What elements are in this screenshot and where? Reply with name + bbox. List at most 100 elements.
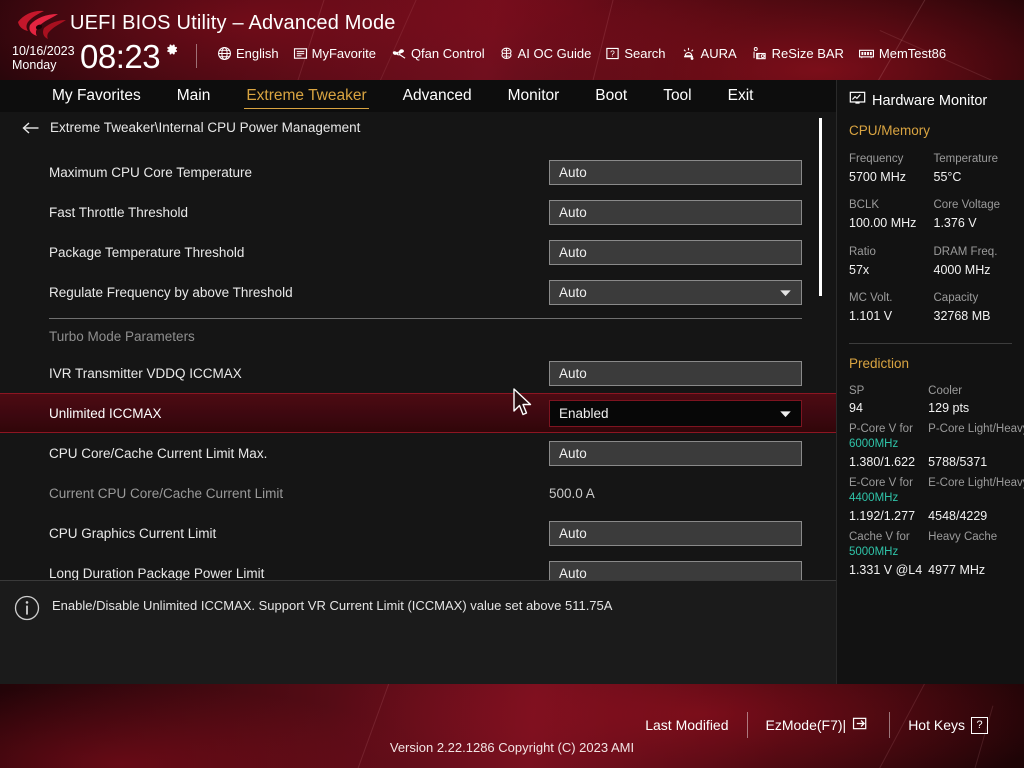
toolbar-item-aura[interactable]: AURA bbox=[673, 46, 744, 61]
toolbar-item-ai-oc-guide[interactable]: AI OC Guide bbox=[492, 46, 599, 61]
toolbar-label: MyFavorite bbox=[312, 46, 376, 61]
setting-label: Long Duration Package Power Limit bbox=[49, 566, 549, 581]
monitor-key: Cooler bbox=[928, 384, 1024, 400]
exit-arrow-icon bbox=[852, 716, 871, 734]
toolbar-item-myfavorite[interactable]: MyFavorite bbox=[286, 46, 383, 61]
main-nav: My Favorites Main Extreme Tweaker Advanc… bbox=[0, 80, 836, 112]
monitor-value: 5700 MHz bbox=[849, 168, 928, 187]
monitor-key: Cache V for 5000MHz bbox=[849, 530, 922, 561]
monitor-key: SP bbox=[849, 384, 922, 400]
setting-label: CPU Core/Cache Current Limit Max. bbox=[49, 446, 549, 461]
header-divider bbox=[196, 44, 197, 68]
hardware-monitor-title: Hardware Monitor bbox=[872, 93, 987, 109]
header-toolbar: English MyFavorite Qfan Control AI OC Gu… bbox=[210, 46, 953, 61]
monitor-key: Temperature bbox=[934, 151, 1013, 168]
tab-boot[interactable]: Boot bbox=[577, 80, 645, 112]
monitor-value: 1.380/1.622 bbox=[849, 453, 922, 472]
tab-my-favorites[interactable]: My Favorites bbox=[34, 80, 159, 112]
tab-tool[interactable]: Tool bbox=[645, 80, 709, 112]
date-text: 10/16/2023 bbox=[12, 44, 75, 58]
monitor-key: MC Volt. bbox=[849, 290, 928, 307]
group-title-cpu-memory: CPU/Memory bbox=[849, 123, 1012, 138]
setting-row-cpu-graphics-current-limit[interactable]: CPU Graphics Current Limit Auto bbox=[0, 513, 836, 553]
toolbar-item-resize-bar[interactable]: ReSize BAR bbox=[744, 46, 851, 61]
monitor-key-accent: 6000MHz bbox=[849, 438, 898, 450]
brain-icon bbox=[499, 46, 514, 61]
setting-label: Fast Throttle Threshold bbox=[49, 205, 549, 220]
setting-value-field[interactable]: Auto bbox=[549, 361, 802, 386]
setting-label: Regulate Frequency by above Threshold bbox=[49, 285, 549, 300]
monitor-value: 5788/5371 bbox=[928, 453, 1024, 472]
setting-row-ivr-transmitter-vddq-iccmax[interactable]: IVR Transmitter VDDQ ICCMAX Auto bbox=[0, 353, 836, 393]
setting-row-unlimited-iccmax[interactable]: Unlimited ICCMAX Enabled bbox=[0, 393, 836, 433]
monitor-value: 32768 MB bbox=[934, 307, 1013, 326]
hot-keys-button[interactable]: Hot Keys ? bbox=[890, 717, 1006, 734]
tab-monitor[interactable]: Monitor bbox=[490, 80, 578, 112]
setting-value-text: Auto bbox=[559, 566, 587, 581]
tab-exit[interactable]: Exit bbox=[710, 80, 772, 112]
setting-value-field[interactable]: Auto bbox=[549, 521, 802, 546]
breadcrumb-text: Extreme Tweaker\Internal CPU Power Manag… bbox=[50, 120, 360, 135]
svg-text:?: ? bbox=[611, 49, 616, 59]
info-icon bbox=[14, 595, 40, 621]
setting-row-cpu-core-cache-current-limit-max[interactable]: CPU Core/Cache Current Limit Max. Auto bbox=[0, 433, 836, 473]
setting-label: Unlimited ICCMAX bbox=[49, 406, 549, 421]
dimm-icon bbox=[858, 46, 875, 61]
tab-extreme-tweaker[interactable]: Extreme Tweaker bbox=[228, 80, 384, 112]
monitor-key: Frequency bbox=[849, 151, 928, 168]
setting-row-maximum-cpu-core-temperature[interactable]: Maximum CPU Core Temperature Auto bbox=[0, 152, 836, 192]
monitor-key: Ratio bbox=[849, 244, 928, 261]
monitor-value: 129 pts bbox=[928, 399, 1024, 418]
weekday-text: Monday bbox=[12, 58, 75, 72]
setting-label: CPU Graphics Current Limit bbox=[49, 526, 549, 541]
decor-streak bbox=[865, 0, 931, 80]
setting-row-package-temperature-threshold[interactable]: Package Temperature Threshold Auto bbox=[0, 232, 836, 272]
sidebar-divider bbox=[849, 343, 1012, 344]
settings-list: Maximum CPU Core Temperature Auto Fast T… bbox=[0, 152, 836, 593]
setting-value-dropdown[interactable]: Auto bbox=[549, 280, 802, 305]
cpu-memory-grid: Frequency Temperature 5700 MHz 55°C BCLK… bbox=[849, 151, 1012, 337]
back-arrow-icon[interactable] bbox=[22, 121, 40, 135]
monitor-key-text: Cache V for bbox=[849, 531, 910, 543]
breadcrumb[interactable]: Extreme Tweaker\Internal CPU Power Manag… bbox=[22, 120, 360, 135]
setting-value-text: Auto bbox=[559, 165, 587, 180]
monitor-icon bbox=[849, 90, 866, 111]
setting-row-fast-throttle-threshold[interactable]: Fast Throttle Threshold Auto bbox=[0, 192, 836, 232]
monitor-value: 4548/4229 bbox=[928, 507, 1024, 526]
setting-value-text: Auto bbox=[559, 446, 587, 461]
monitor-value: 94 bbox=[849, 399, 922, 418]
ezmode-label: EzMode(F7)| bbox=[766, 717, 847, 733]
question-key-icon: ? bbox=[971, 717, 988, 734]
toolbar-item-qfan-control[interactable]: Qfan Control bbox=[383, 46, 492, 61]
monitor-key-accent: 5000MHz bbox=[849, 546, 898, 558]
bios-screen: UEFI BIOS Utility – Advanced Mode 10/16/… bbox=[0, 0, 1024, 768]
last-modified-button[interactable]: Last Modified bbox=[627, 717, 746, 733]
footer-bar: Last Modified EzMode(F7)| Hot Keys ? bbox=[0, 684, 1024, 768]
tab-advanced[interactable]: Advanced bbox=[385, 80, 490, 112]
gear-icon[interactable] bbox=[164, 42, 179, 57]
setting-value-field[interactable]: Auto bbox=[549, 441, 802, 466]
setting-value-field[interactable]: Auto bbox=[549, 240, 802, 265]
toolbar-label: English bbox=[236, 46, 279, 61]
setting-value-dropdown[interactable]: Enabled bbox=[549, 400, 802, 427]
chevron-down-icon bbox=[780, 285, 791, 300]
monitor-value: 1.101 V bbox=[849, 307, 928, 326]
monitor-value: 55°C bbox=[934, 168, 1013, 187]
rog-logo-icon bbox=[14, 8, 70, 42]
monitor-key: E-Core V for 4400MHz bbox=[849, 476, 922, 507]
toolbar-item-memtest86[interactable]: MemTest86 bbox=[851, 46, 953, 61]
tab-main[interactable]: Main bbox=[159, 80, 229, 112]
help-bar: Enable/Disable Unlimited ICCMAX. Support… bbox=[0, 580, 836, 684]
toolbar-label: Qfan Control bbox=[411, 46, 485, 61]
setting-label: Current CPU Core/Cache Current Limit bbox=[49, 486, 549, 501]
setting-value-field[interactable]: Auto bbox=[549, 200, 802, 225]
monitor-value: 4977 MHz bbox=[928, 561, 1024, 580]
setting-row-regulate-frequency-by-above-threshold[interactable]: Regulate Frequency by above Threshold Au… bbox=[0, 272, 836, 312]
toolbar-item-search[interactable]: ? Search bbox=[598, 46, 672, 61]
section-header-turbo-mode-parameters: Turbo Mode Parameters bbox=[0, 319, 836, 353]
ezmode-button[interactable]: EzMode(F7)| bbox=[748, 716, 890, 734]
page-title: UEFI BIOS Utility – Advanced Mode bbox=[70, 12, 396, 35]
setting-value-field[interactable]: Auto bbox=[549, 160, 802, 185]
monitor-key: Heavy Cache bbox=[928, 530, 1024, 561]
toolbar-item-english[interactable]: English bbox=[210, 46, 286, 61]
